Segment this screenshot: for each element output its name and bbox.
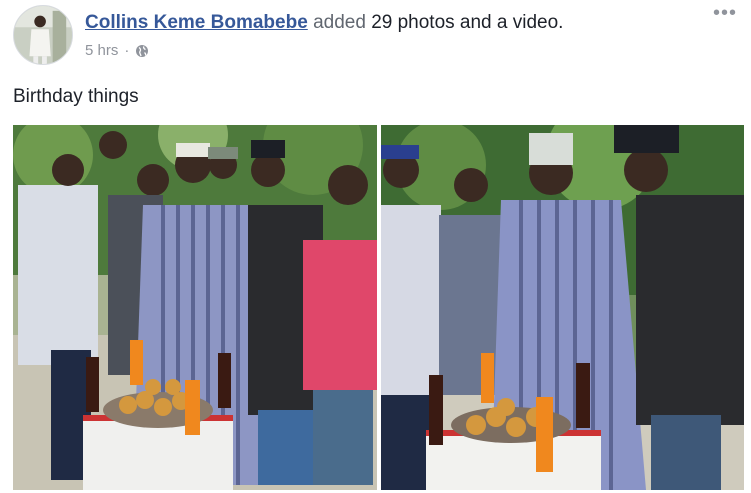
author-avatar[interactable] xyxy=(13,5,73,65)
globe-icon[interactable] xyxy=(135,44,149,58)
post-timestamp[interactable]: 5 hrs xyxy=(85,42,118,59)
avatar-image xyxy=(14,6,72,64)
post-caption: Birthday things xyxy=(13,86,139,107)
post-photo-1[interactable] xyxy=(13,125,377,490)
author-name-link[interactable]: Collins Keme Bomabebe xyxy=(85,12,308,33)
action-text: added xyxy=(313,12,366,33)
ellipsis-icon[interactable]: ••• xyxy=(712,3,738,27)
media-count-link[interactable]: 29 photos and a video. xyxy=(371,12,563,33)
post-meta: Collins Keme Bomabebe added 29 photos an… xyxy=(85,11,698,59)
group-photo-image-2 xyxy=(381,125,744,490)
post-photo-2[interactable] xyxy=(381,125,744,490)
post-headline: Collins Keme Bomabebe added 29 photos an… xyxy=(85,11,698,35)
separator-dot: · xyxy=(124,42,130,59)
post-header: Collins Keme Bomabebe added 29 photos an… xyxy=(13,3,738,65)
post-subline: 5 hrs · xyxy=(85,42,698,59)
group-photo-image xyxy=(13,125,377,490)
